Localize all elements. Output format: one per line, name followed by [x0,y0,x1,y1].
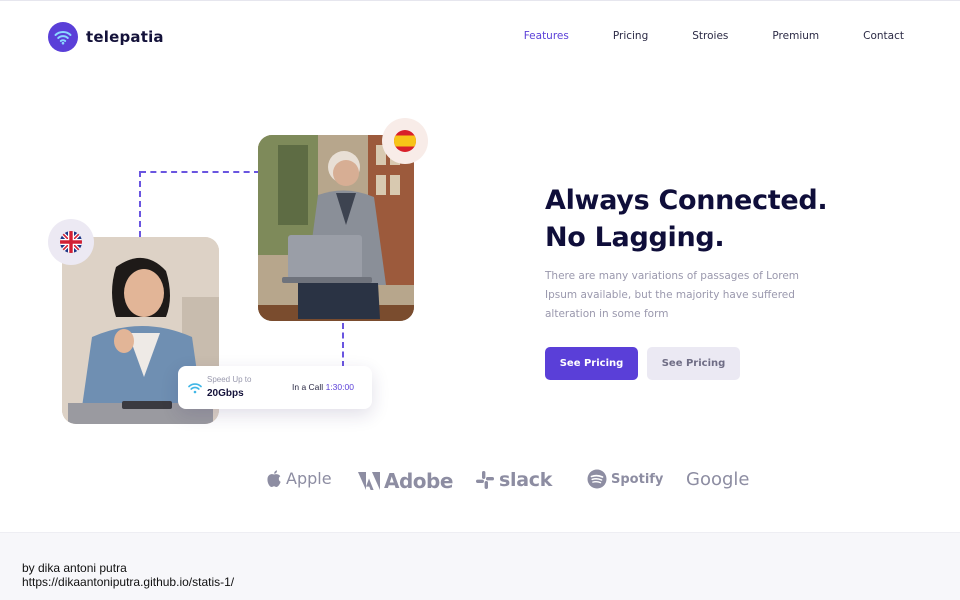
brand-name: Adobe [384,469,453,493]
connector-line [140,171,260,173]
brand-name: Google [686,469,750,490]
call-label: In a Call [292,382,324,392]
headline-line: No Lagging. [545,222,725,253]
brand-logo[interactable]: telepatia [48,22,164,52]
nav-item-pricing[interactable]: Pricing [613,30,648,42]
wifi-icon [188,381,202,399]
brand-name: Spotify [611,471,664,487]
author-credit: by dika antoni putra [22,561,127,575]
man-laptop-photo [258,135,414,321]
brand-name: Apple [286,469,332,488]
see-pricing-primary-button[interactable]: See Pricing [545,347,638,380]
speed-value: 20Gbps [207,388,244,399]
call-timer: 1:30:00 [325,382,354,392]
source-url[interactable]: https://dikaantoniputra.github.io/statis… [22,575,234,589]
call-status: In a Call 1:30:00 [292,382,354,392]
nav-item-premium[interactable]: Premium [772,30,819,42]
partner-logos: Apple Adobe slack Spotify Google [266,469,756,497]
adobe-logo: Adobe [358,469,453,493]
hero-description: There are many variations of passages of… [545,270,800,320]
brand-name: slack [499,469,553,491]
google-logo: Google [686,469,749,490]
footer: by dika antoni putra https://dikaantonip… [0,532,960,600]
slack-logo: slack [475,469,552,491]
connection-status-card: Speed Up to 20Gbps In a Call 1:30:00 [178,366,372,409]
uk-flag-icon [48,219,94,265]
spotify-icon [587,469,607,489]
brand-name: telepatia [86,28,164,46]
nav-item-features[interactable]: Features [524,30,569,42]
connector-line [139,171,141,237]
nav-item-stories[interactable]: Stroies [692,30,728,42]
spain-flag-icon [382,118,428,164]
apple-logo: Apple [266,469,332,488]
connector-line [342,323,344,367]
main-nav: Features Pricing Stroies Premium Contact [524,30,904,42]
apple-icon [267,469,281,487]
headline-line: Always Connected. [545,185,828,216]
landing-page: telepatia Features Pricing Stroies Premi… [0,0,960,532]
see-pricing-secondary-button[interactable]: See Pricing [647,347,740,380]
hero-headline: Always Connected. No Lagging. [545,182,865,256]
nav-item-contact[interactable]: Contact [863,30,904,42]
spotify-logo: Spotify [587,469,663,489]
adobe-icon [358,472,380,490]
wifi-icon [48,22,78,52]
credit-text: by dika antoni putra https://dikaantonip… [22,561,234,589]
speed-label: Speed Up to [207,375,252,384]
slack-icon [476,471,494,489]
